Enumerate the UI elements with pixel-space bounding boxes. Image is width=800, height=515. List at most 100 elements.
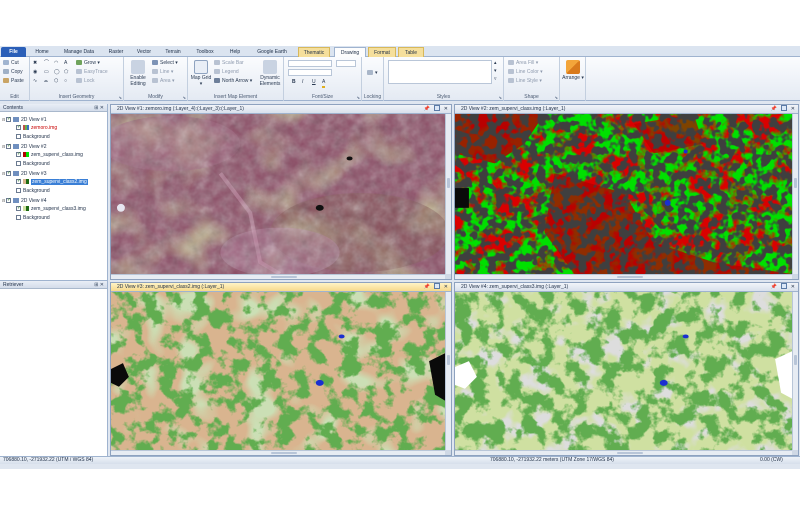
arrange-button[interactable]: Arrange ▾ bbox=[562, 59, 584, 81]
dynamic-elements-button[interactable]: Dynamic Elements bbox=[258, 59, 282, 87]
point-icon[interactable]: ◉ bbox=[33, 69, 37, 76]
tab-raster[interactable]: Raster bbox=[104, 47, 128, 57]
tree-background[interactable]: Background bbox=[16, 134, 50, 141]
scale-bar-button[interactable]: Scale Bar bbox=[214, 60, 244, 67]
view-checkbox[interactable] bbox=[6, 116, 11, 123]
polygon-icon[interactable]: ⬠ bbox=[64, 69, 68, 76]
cut-button[interactable]: Cut bbox=[3, 60, 19, 67]
map-canvas-class2[interactable] bbox=[111, 292, 445, 450]
horizontal-scrollbar[interactable] bbox=[111, 274, 445, 279]
tree-view-1[interactable]: ⊟2D View #1 bbox=[2, 116, 46, 123]
polyline-icon[interactable]: ⌒ bbox=[44, 60, 49, 67]
font-style-field[interactable] bbox=[288, 69, 332, 76]
tab-toolbox[interactable]: Toolbox bbox=[190, 47, 220, 57]
tree-layer-selected[interactable]: zem_supervi_class2.img bbox=[16, 178, 88, 186]
maximize-icon[interactable] bbox=[433, 105, 440, 111]
font-color-button[interactable]: A bbox=[322, 79, 326, 88]
region-icon[interactable]: ⬡ bbox=[54, 78, 58, 85]
layer-checkbox[interactable] bbox=[16, 178, 21, 185]
vertical-scrollbar[interactable] bbox=[445, 114, 451, 274]
tree-layer[interactable]: zemoro.img bbox=[16, 124, 57, 132]
italic-button[interactable]: I bbox=[302, 79, 303, 86]
tree-background[interactable]: Background bbox=[16, 215, 50, 222]
pin-icon[interactable]: 📌 bbox=[424, 105, 430, 114]
tab-help[interactable]: Help bbox=[224, 47, 246, 57]
maximize-icon[interactable] bbox=[433, 283, 440, 289]
legend-button[interactable]: Legend bbox=[214, 69, 239, 76]
select-button[interactable]: Select ▾ bbox=[152, 60, 178, 67]
styles-gallery[interactable] bbox=[388, 60, 492, 84]
line-style-button[interactable]: Line Style ▾ bbox=[508, 78, 542, 85]
background-checkbox[interactable] bbox=[16, 161, 21, 166]
horizontal-scrollbar[interactable] bbox=[111, 450, 445, 455]
font-name-field[interactable] bbox=[288, 60, 332, 67]
font-size-field[interactable] bbox=[336, 60, 356, 67]
vertical-scrollbar[interactable] bbox=[445, 292, 451, 450]
ellipse-icon[interactable]: ◯ bbox=[54, 69, 60, 76]
styles-launcher-icon[interactable]: ⬊ bbox=[499, 95, 502, 100]
pin-icon[interactable]: 📌 bbox=[424, 283, 430, 292]
vertical-scrollbar[interactable] bbox=[792, 114, 798, 274]
tree-view-2[interactable]: ⊟2D View #2 bbox=[2, 143, 46, 150]
tree-background[interactable]: Background bbox=[16, 188, 50, 195]
bold-button[interactable]: B bbox=[292, 79, 296, 86]
line-button[interactable]: Line ▾ bbox=[152, 69, 173, 76]
arc-icon[interactable]: ⌓ bbox=[44, 78, 48, 85]
rectangle-icon[interactable]: ▭ bbox=[44, 69, 49, 76]
close-icon[interactable]: ✕ bbox=[791, 105, 795, 114]
line-color-button[interactable]: Line Color ▾ bbox=[508, 69, 543, 76]
view-2d-1[interactable]: 2D View #1: zemoro.img (:Layer_4):(:Laye… bbox=[110, 104, 452, 280]
font-size-launcher-icon[interactable]: ⬊ bbox=[357, 95, 360, 100]
tab-home[interactable]: Home bbox=[30, 47, 54, 57]
tab-manage-data[interactable]: Manage Data bbox=[58, 47, 100, 57]
freehand-icon[interactable]: ◠ bbox=[54, 60, 58, 67]
tab-google-earth[interactable]: Google Earth bbox=[250, 47, 294, 57]
styles-gallery-down-icon[interactable]: ▾ bbox=[494, 68, 497, 75]
close-icon[interactable]: ✕ bbox=[444, 283, 448, 292]
tree-layer[interactable]: zem_supervi_class3.img bbox=[16, 205, 86, 213]
tab-file[interactable]: File bbox=[1, 47, 26, 57]
tab-thematic[interactable]: Thematic bbox=[298, 47, 330, 57]
modify-launcher-icon[interactable]: ⬊ bbox=[183, 95, 186, 100]
shape-launcher-icon[interactable]: ⬊ bbox=[555, 95, 558, 100]
close-icon[interactable]: ✕ bbox=[444, 105, 448, 114]
tab-table[interactable]: Table bbox=[398, 47, 424, 57]
map-canvas-rgb[interactable] bbox=[111, 114, 445, 274]
area-button[interactable]: Area ▾ bbox=[152, 78, 174, 85]
lock-button[interactable]: Lock bbox=[76, 78, 95, 85]
text-icon[interactable]: A bbox=[64, 60, 67, 67]
background-checkbox[interactable] bbox=[16, 134, 21, 139]
area-fill-button[interactable]: Area Fill ▾ bbox=[508, 60, 538, 67]
map-canvas-class[interactable] bbox=[455, 114, 792, 274]
insert-geometry-launcher-icon[interactable]: ⬊ bbox=[119, 95, 122, 100]
view-checkbox[interactable] bbox=[6, 197, 11, 204]
maximize-icon[interactable] bbox=[780, 105, 787, 111]
tab-format[interactable]: Format bbox=[368, 47, 396, 57]
copy-button[interactable]: Copy bbox=[3, 69, 23, 76]
enable-editing-button[interactable]: Enable Editing bbox=[127, 59, 149, 87]
tab-drawing[interactable]: Drawing bbox=[334, 47, 366, 57]
layer-checkbox[interactable] bbox=[16, 124, 21, 131]
map-canvas-class3[interactable] bbox=[455, 292, 792, 450]
view-2d-3[interactable]: 2D View #3: zem_supervi_class2.img (:Lay… bbox=[110, 282, 452, 456]
maximize-icon[interactable] bbox=[780, 283, 787, 289]
view-checkbox[interactable] bbox=[6, 170, 11, 177]
circle-icon[interactable]: ○ bbox=[64, 78, 67, 85]
map-grid-button[interactable]: Map Grid ▾ bbox=[190, 59, 212, 87]
tab-terrain[interactable]: Terrain bbox=[160, 47, 186, 57]
layer-checkbox[interactable] bbox=[16, 205, 21, 212]
pin-icon[interactable]: 📌 bbox=[771, 283, 777, 292]
delete-icon[interactable]: ✖ bbox=[33, 60, 37, 67]
horizontal-scrollbar[interactable] bbox=[455, 450, 792, 455]
underline-button[interactable]: U bbox=[312, 79, 316, 86]
tree-layer[interactable]: zem_supervi_class.img bbox=[16, 151, 83, 159]
tree-view-3[interactable]: ⊟2D View #3 bbox=[2, 170, 46, 177]
layer-checkbox[interactable] bbox=[16, 151, 21, 158]
locking-button[interactable]: ▾ bbox=[367, 70, 378, 77]
styles-gallery-up-icon[interactable]: ▴ bbox=[494, 60, 497, 67]
background-checkbox[interactable] bbox=[16, 188, 21, 193]
close-icon[interactable]: ✕ bbox=[791, 283, 795, 292]
tab-vector[interactable]: Vector bbox=[132, 47, 156, 57]
north-arrow-button[interactable]: North Arrow ▾ bbox=[214, 78, 252, 85]
panel-pin-close-icon[interactable]: ⊞ ✕ bbox=[94, 104, 104, 112]
